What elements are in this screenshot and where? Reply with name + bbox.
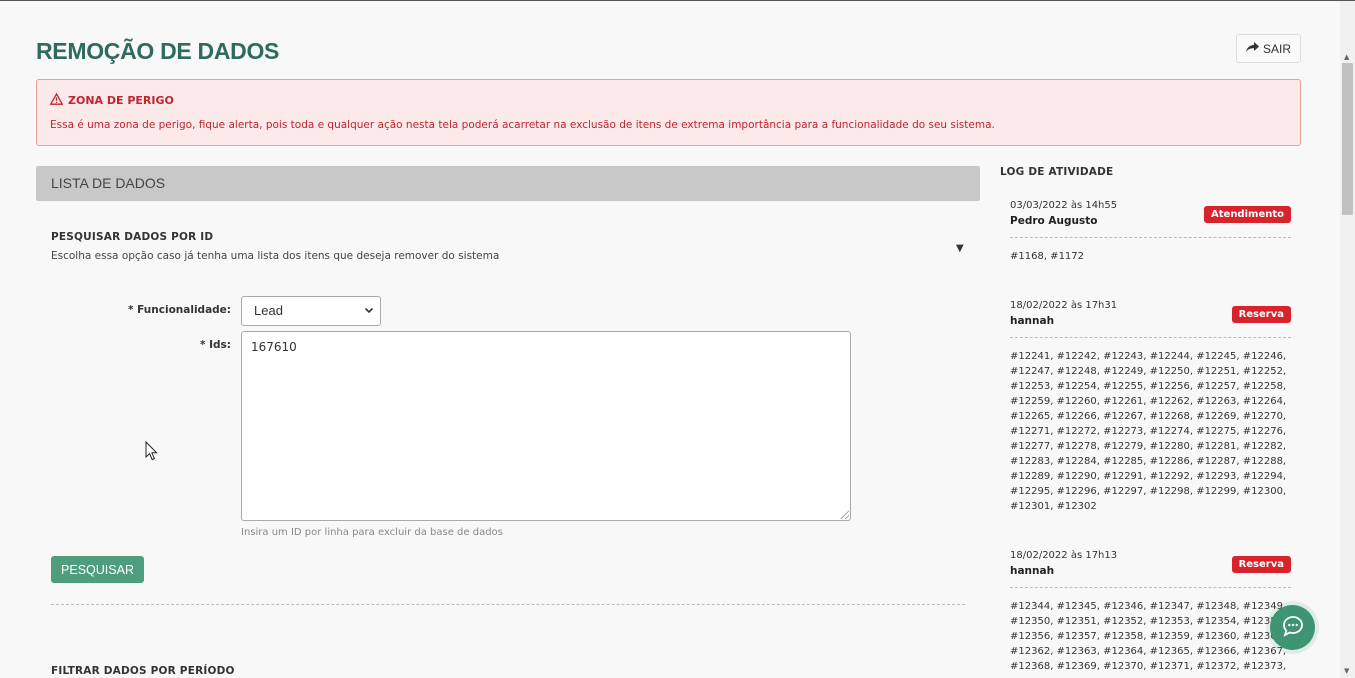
filter-by-period-title: FILTRAR DADOS POR PERÍODO xyxy=(51,665,235,677)
log-entry-ids: #1168, #1172 xyxy=(1010,251,1085,262)
log-entry-divider xyxy=(1010,337,1291,338)
log-entry: 03/03/2022 às 14h55 Pedro Augusto Atendi… xyxy=(1010,200,1291,264)
scroll-up-icon[interactable]: ▲ xyxy=(1344,53,1349,61)
scroll-down-icon[interactable]: ▼ xyxy=(1344,667,1349,675)
log-entry-ids: #12241, #12242, #12243, #12244, #12245, … xyxy=(1010,351,1287,512)
page-scrollbar[interactable]: ▲ ▼ xyxy=(1340,1,1355,678)
search-button[interactable]: PESQUISAR xyxy=(51,556,144,583)
list-header: LISTA DE DADOS xyxy=(36,166,980,201)
log-entry: 18/02/2022 às 17h31 hannah Reserva #1224… xyxy=(1010,300,1291,514)
ids-value: 167610 xyxy=(251,340,297,354)
log-entry-badge: Reserva xyxy=(1231,556,1291,573)
log-entry: 18/02/2022 às 17h13 hannah Reserva #1234… xyxy=(1010,550,1291,678)
funcionalidade-label: * Funcionalidade: xyxy=(128,304,231,316)
search-by-id-description: Escolha essa opção caso já tenha uma lis… xyxy=(51,250,500,262)
chat-button[interactable] xyxy=(1270,605,1315,650)
danger-zone-title: ZONA DE PERIGO xyxy=(49,92,174,108)
funcionalidade-value: Lead xyxy=(254,303,283,318)
share-arrow-icon xyxy=(1245,41,1259,56)
log-entry-divider xyxy=(1010,587,1291,588)
log-entry-badge: Reserva xyxy=(1231,306,1291,323)
mouse-pointer-icon xyxy=(145,440,158,465)
danger-zone-alert: ZONA DE PERIGO Essa é uma zona de perigo… xyxy=(36,79,1301,146)
funcionalidade-select[interactable]: Lead xyxy=(241,296,381,326)
collapse-caret-icon[interactable]: ▼ xyxy=(956,243,964,254)
log-entry-divider xyxy=(1010,237,1291,238)
search-by-id-title: PESQUISAR DADOS POR ID xyxy=(51,231,214,243)
chat-bubble-icon xyxy=(1282,615,1304,641)
activity-log-title: LOG DE ATIVIDADE xyxy=(1000,166,1114,178)
log-entry-ids: #12344, #12345, #12346, #12347, #12348, … xyxy=(1010,601,1287,672)
ids-textarea[interactable]: 167610 xyxy=(241,331,851,521)
resize-grip-icon[interactable] xyxy=(840,510,849,519)
ids-label: * Ids: xyxy=(199,339,231,351)
log-entry-badge: Atendimento xyxy=(1204,206,1291,223)
page-title: REMOÇÃO DE DADOS xyxy=(36,38,280,64)
ids-hint: Insira um ID por linha para excluir da b… xyxy=(241,527,503,538)
danger-zone-text: Essa é uma zona de perigo, fique alerta,… xyxy=(50,119,995,131)
warning-triangle-icon xyxy=(49,92,64,108)
scroll-thumb[interactable] xyxy=(1342,63,1353,215)
exit-button[interactable]: SAIR xyxy=(1236,34,1301,63)
exit-label: SAIR xyxy=(1262,41,1291,56)
section-divider xyxy=(51,604,965,605)
